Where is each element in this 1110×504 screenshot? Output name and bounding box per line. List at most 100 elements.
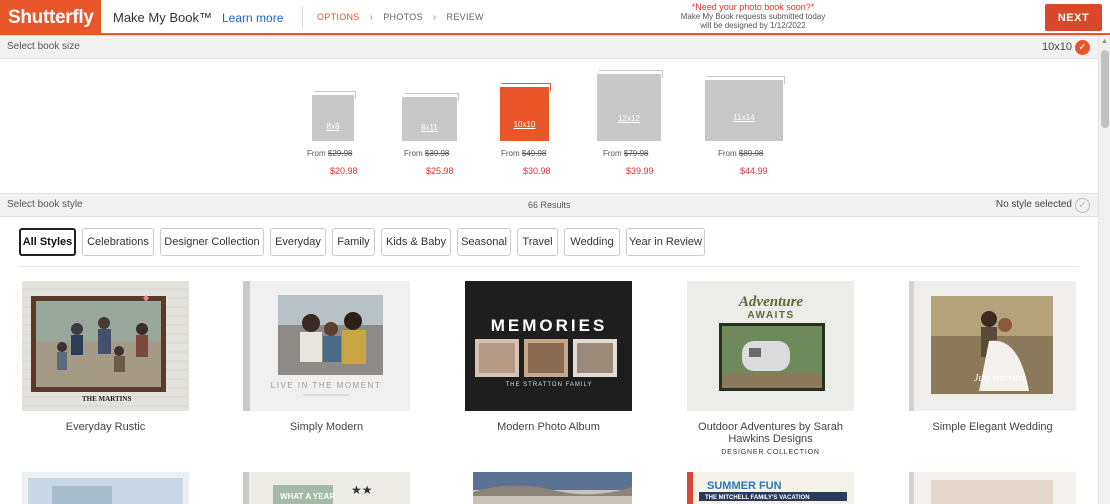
original-price: $39.98 (424, 149, 450, 158)
check-circle-outline-icon: ✓ (1075, 198, 1090, 213)
size-section-label: Select book size (7, 41, 80, 52)
style-section-bar: Select book style 66 Results No style se… (0, 193, 1098, 217)
from-label: From (501, 149, 520, 158)
size-section-bar: Select book size 10x10 ✓ (0, 35, 1098, 59)
style-card[interactable] (473, 472, 632, 504)
style-card[interactable] (909, 472, 1076, 504)
style-card[interactable]: SUMMER FUN THE MITCHELL FAMILY'S VACATIO… (687, 472, 854, 504)
book-spine-edge (707, 76, 785, 84)
card-title: Simple Elegant Wedding (932, 421, 1053, 433)
from-price: From $89.98 (718, 149, 763, 158)
check-circle-icon: ✓ (1075, 40, 1090, 55)
card-title: Modern Photo Album (497, 421, 600, 433)
size-label: 12x12 (618, 114, 640, 123)
book-cover-thumb: MEMORIES THE STRATTON FAMILY (465, 281, 632, 411)
step-options[interactable]: OPTIONS (317, 0, 360, 35)
results-count: 66 Results (528, 200, 571, 210)
card-title: Everyday Rustic (65, 421, 146, 433)
book-cover-thumb: THE MARTINS (22, 281, 189, 411)
sale-price: $25.98 (426, 166, 454, 176)
book-spine-edge (404, 93, 459, 101)
style-section-label: Select book style (7, 199, 83, 210)
svg-text:THE STRATTON FAMILY: THE STRATTON FAMILY (505, 382, 592, 388)
step-photos[interactable]: PHOTOS (383, 0, 423, 35)
top-header: Shutterfly Make My Book™ Learn more OPTI… (0, 0, 1110, 35)
filter-kids-baby[interactable]: Kids & Baby (381, 228, 451, 256)
cover-art: Adventure AWAITS (687, 281, 854, 411)
scroll-up-arrow-icon[interactable]: ▲ (1101, 38, 1108, 45)
book-thumb: 8x11 (402, 93, 459, 141)
size-label: 8x11 (421, 123, 438, 132)
from-price: From $29.98 (307, 149, 352, 158)
delivery-notice: *Need your photo book soon?* Make My Boo… (640, 2, 866, 31)
page-scrollbar[interactable]: ▲ (1098, 35, 1110, 504)
cover-art: LIVE IN THE MOMENT (243, 281, 410, 411)
book-thumb-selected: 10x10 (500, 83, 551, 141)
from-label: From (404, 149, 423, 158)
chevron-right-icon: › (369, 12, 374, 23)
next-button[interactable]: NEXT (1045, 4, 1102, 31)
filter-seasonal[interactable]: Seasonal (457, 228, 511, 256)
sale-price: $44.99 (740, 166, 768, 176)
filter-wedding[interactable]: Wedding (564, 228, 620, 256)
chevron-right-icon: › (432, 12, 437, 23)
cover-art: WHAT A YEAR ★★ (243, 472, 410, 504)
book-spine-edge (314, 91, 356, 99)
page: Shutterfly Make My Book™ Learn more OPTI… (0, 0, 1110, 504)
shutterfly-logo[interactable]: Shutterfly (0, 0, 101, 35)
from-label: From (307, 149, 326, 158)
svg-text:SUMMER FUN: SUMMER FUN (707, 480, 782, 492)
book-cover-thumb: Just married (909, 281, 1076, 411)
book-thumb: 11x14 (705, 76, 785, 141)
cover-art (909, 472, 1076, 504)
svg-text:★★: ★★ (351, 483, 373, 497)
cover-art (473, 472, 632, 504)
filter-everyday[interactable]: Everyday (270, 228, 326, 256)
original-price: $29.98 (327, 149, 353, 158)
original-price: $89.98 (738, 149, 764, 158)
svg-text:AWAITS: AWAITS (747, 310, 794, 321)
svg-text:Adventure: Adventure (738, 294, 804, 310)
notice-line: will be designed by 1/12/2022 (700, 21, 806, 30)
book-thumb: 8x8 (312, 91, 356, 141)
filter-family[interactable]: Family (332, 228, 375, 256)
size-label: 10x10 (513, 120, 536, 129)
book-spine-edge (599, 70, 663, 78)
cover-art: MEMORIES THE STRATTON FAMILY (465, 281, 632, 411)
style-card[interactable] (22, 472, 189, 504)
sale-price: $39.99 (626, 166, 654, 176)
book-cover-thumb: Adventure AWAITS (687, 281, 854, 411)
size-label: 11x14 (733, 113, 755, 122)
svg-text:LIVE IN THE MOMENT: LIVE IN THE MOMENT (271, 381, 381, 390)
selected-style: No style selected (995, 199, 1072, 210)
notice-headline: *Need your photo book soon?* (691, 2, 815, 12)
size-label: 8x8 (326, 122, 340, 131)
filter-year-in-review[interactable]: Year in Review (626, 228, 705, 256)
cover-art (22, 472, 189, 504)
cover-art: SUMMER FUN THE MITCHELL FAMILY'S VACATIO… (687, 472, 854, 504)
step-review[interactable]: REVIEW (447, 0, 484, 35)
filter-designer-collection[interactable]: Designer Collection (160, 228, 264, 256)
from-price: From $79.98 (603, 149, 648, 158)
scrollbar-thumb[interactable] (1101, 50, 1109, 128)
svg-text:Just married: Just married (974, 373, 1026, 384)
book-cover-thumb: LIVE IN THE MOMENT (243, 281, 410, 411)
learn-more-link[interactable]: Learn more (222, 11, 283, 25)
book-spine-edge (502, 83, 551, 91)
original-price: $79.98 (623, 149, 649, 158)
designer-collection-badge: DESIGNER COLLECTION (721, 449, 820, 456)
sale-price: $20.98 (330, 166, 358, 176)
filter-celebrations[interactable]: Celebrations (82, 228, 154, 256)
style-card[interactable]: WHAT A YEAR ★★ (243, 472, 410, 504)
product-title: Make My Book™ (113, 10, 212, 25)
card-title: Outdoor Adventures by Sarah Hawkins Desi… (698, 421, 843, 445)
svg-text:THE MITCHELL FAMILY'S VACATION: THE MITCHELL FAMILY'S VACATION (705, 495, 810, 501)
notice-line: Make My Book requests submitted today (680, 12, 826, 21)
from-label: From (603, 149, 622, 158)
svg-text:MEMORIES: MEMORIES (491, 316, 608, 335)
step-navigation: OPTIONS › PHOTOS › REVIEW (317, 0, 484, 35)
filter-all-styles[interactable]: All Styles (19, 228, 76, 256)
card-title: Simply Modern (289, 421, 364, 433)
filter-travel[interactable]: Travel (517, 228, 558, 256)
cover-art: Just married (909, 281, 1076, 411)
